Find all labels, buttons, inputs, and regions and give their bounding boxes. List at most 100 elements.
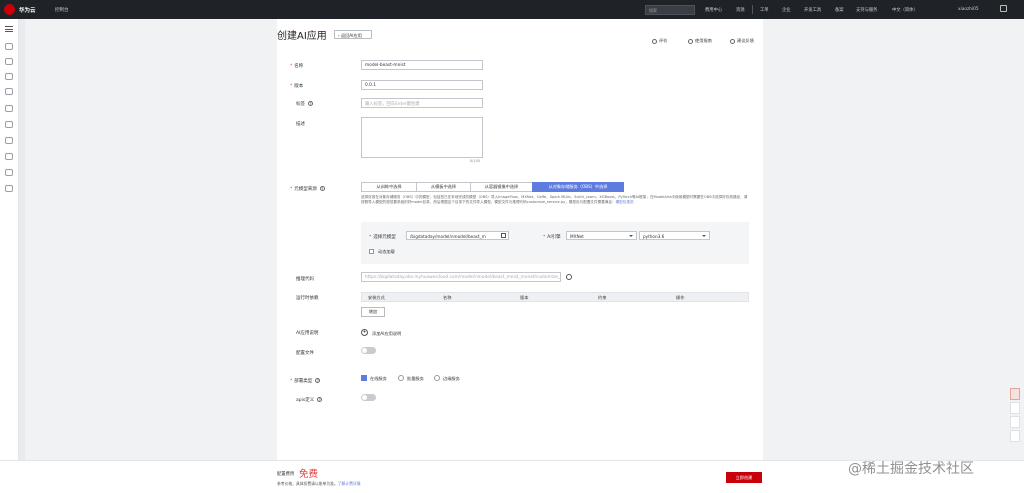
help-icon[interactable]: [5, 185, 13, 192]
nav-filing[interactable]: 备案: [835, 7, 844, 13]
console-link[interactable]: 控制台: [55, 7, 69, 13]
float-edit-icon[interactable]: [1010, 416, 1020, 428]
col-install-method: 安装方式: [368, 295, 385, 300]
create-now-button[interactable]: 立即创建: [726, 472, 762, 483]
back-button[interactable]: ‹ 返回AI应用: [334, 30, 372, 39]
deploy-type-label: * 部署类型?: [290, 378, 321, 384]
help-icon[interactable]: ?: [319, 186, 325, 191]
feedback-rating-link[interactable]: 评价: [652, 38, 667, 44]
apis-label: apis定义?: [296, 397, 323, 403]
guide-label: 使用指南: [695, 38, 712, 43]
huawei-logo-icon[interactable]: [4, 4, 15, 15]
sidebar-gutter: [19, 19, 25, 493]
col-constraint: 约束: [598, 295, 607, 300]
spec-link[interactable]: 模型包规范: [616, 200, 634, 204]
deploy-batch-label: 批量服务: [407, 376, 424, 381]
menu-icon[interactable]: [5, 26, 13, 32]
deploy-online-label: 在线服务: [370, 376, 387, 381]
guide-link[interactable]: 使用指南: [688, 38, 712, 44]
model-selection-panel: [361, 222, 749, 264]
search-input[interactable]: 搜索: [645, 5, 695, 15]
copy-icon[interactable]: [566, 274, 572, 280]
float-feedback-icon[interactable]: [1010, 388, 1020, 400]
model-path-input[interactable]: /bigdataday/model/nmodel/beast_m: [406, 231, 509, 240]
nav-billing[interactable]: 费用中心: [705, 7, 722, 13]
smile-icon: [652, 38, 657, 44]
training-icon[interactable]: [5, 88, 13, 95]
inference-code-input[interactable]: https://bigdataday.obs.myhuaweicloud.com…: [361, 272, 561, 282]
source-description: 选择存放在对象存储服务（OBS）中的模型，包括您已在本地完成的模型（OBS）导入…: [361, 195, 748, 205]
tag-input[interactable]: 输入标签，回车Enter键创建: [361, 98, 483, 108]
rating-label: 评价: [659, 38, 668, 43]
tag-label: 标签?: [296, 101, 313, 107]
name-input[interactable]: model-beast-mnist: [361, 60, 483, 70]
deploy-edge-label: 边缘服务: [443, 376, 460, 381]
fee-value: 免费: [299, 469, 319, 480]
name-label: * 名称: [290, 64, 304, 69]
add-app-desc-link[interactable]: 添加AI应用说明: [372, 331, 401, 337]
chevron-down-icon: [702, 235, 706, 237]
float-service-icon[interactable]: [1010, 402, 1020, 414]
meta-source-label: * 元模型来源?: [290, 186, 325, 192]
deploy-batch-radio[interactable]: [398, 375, 404, 381]
nav-tickets[interactable]: 工单: [760, 7, 769, 13]
sidebar: [0, 19, 19, 493]
nav-enterprise[interactable]: 企业: [782, 7, 791, 13]
deploy-icon[interactable]: [5, 121, 13, 128]
data-icon[interactable]: [5, 58, 13, 65]
billing-details-link[interactable]: 了解计费详情: [338, 481, 361, 486]
description-counter: 0/100: [470, 159, 481, 163]
app-desc-label: AI应用说明: [296, 331, 319, 336]
nav-username[interactable]: xiaozhi05: [958, 7, 979, 12]
runtime-select[interactable]: python3.6: [639, 231, 710, 240]
nav-dev-tools[interactable]: 开发工具: [804, 7, 821, 13]
deploy-edge-radio[interactable]: [434, 375, 440, 381]
dynamic-load-label: 动态加载: [378, 249, 395, 254]
fee-label: 配置费用: [277, 472, 295, 477]
back-label: 返回AI应用: [341, 32, 362, 38]
nav-support[interactable]: 支持与服务: [856, 7, 877, 13]
suggestion-label: 建议反馈: [737, 38, 754, 43]
top-navigation-bar: 华为云 控制台 搜索 费用中心 资源 工单 企业 开发工具 备案 支持与服务 中…: [0, 0, 1024, 19]
col-action: 操作: [676, 295, 685, 300]
nav-resources[interactable]: 资源: [736, 7, 745, 13]
nav-divider: [752, 5, 753, 14]
model-icon[interactable]: [5, 105, 13, 112]
float-help-icon[interactable]: [1010, 430, 1020, 442]
nav-language[interactable]: 中文（简体）: [892, 7, 918, 13]
help-icon[interactable]: ?: [308, 101, 313, 106]
brand-name[interactable]: 华为云: [19, 6, 36, 14]
runtime-deps-label: 运行时依赖: [296, 296, 319, 301]
tab-from-template[interactable]: 从模板中选择: [416, 182, 471, 192]
market-icon[interactable]: [5, 153, 13, 160]
deploy-online-checkbox[interactable]: [361, 375, 367, 381]
tab-from-training[interactable]: 从训练中选择: [361, 182, 417, 192]
book-icon: [688, 38, 693, 44]
add-circle-icon[interactable]: +: [361, 329, 368, 336]
ai-engine-label: * AI引擎: [543, 235, 561, 240]
mail-icon[interactable]: [1000, 5, 1007, 12]
description-label: 描述: [296, 122, 305, 127]
version-input[interactable]: 0.0.1: [361, 80, 483, 90]
inference-code-label: 推理代码: [296, 277, 314, 282]
fee-note: 参考价格，具体扣费请以账单为准。了解计费详情: [277, 481, 361, 486]
dynamic-load-checkbox[interactable]: [369, 249, 374, 254]
dashboard-icon[interactable]: [5, 43, 13, 50]
apis-toggle[interactable]: [361, 394, 376, 401]
add-dependency-button[interactable]: 增加: [361, 307, 385, 317]
chevron-down-icon: [629, 235, 633, 237]
description-textarea[interactable]: [361, 117, 483, 158]
col-name: 名称: [443, 295, 452, 300]
devenv-icon[interactable]: [5, 73, 13, 80]
select-model-label: * 选择元模型: [369, 235, 396, 240]
folder-icon[interactable]: [501, 233, 506, 238]
tab-from-container-image[interactable]: 从容器镜像中选择: [470, 182, 533, 192]
settings-icon[interactable]: [5, 169, 13, 176]
config-file-toggle[interactable]: [361, 347, 376, 354]
tab-from-obs[interactable]: 从对象存储服务（OBS）中选择: [532, 182, 624, 192]
cloud-icon[interactable]: [5, 137, 13, 144]
help-icon[interactable]: ?: [315, 378, 321, 383]
ai-engine-select[interactable]: MXNet: [566, 231, 637, 240]
help-icon[interactable]: ?: [317, 397, 323, 402]
suggestion-link[interactable]: 建议反馈: [730, 38, 754, 44]
